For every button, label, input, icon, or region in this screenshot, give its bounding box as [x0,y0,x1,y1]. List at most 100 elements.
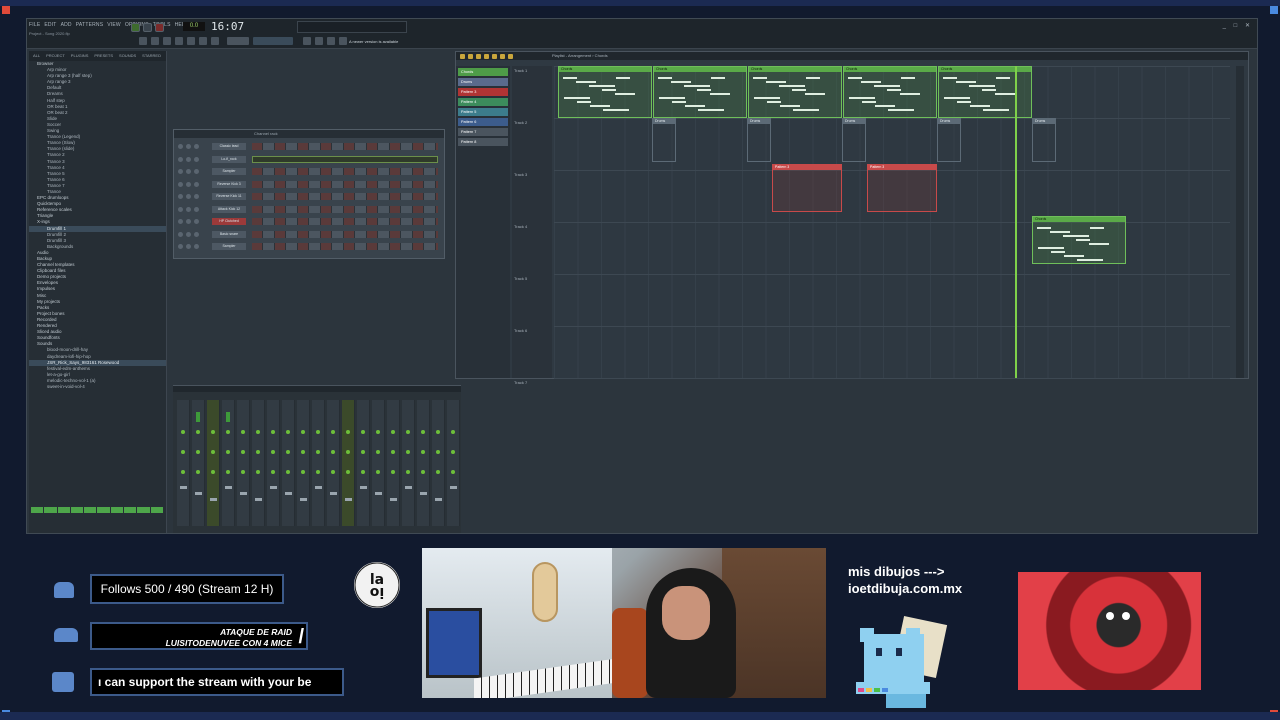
browser-tab[interactable]: SOUNDS [119,53,136,59]
mixer-strip[interactable] [222,400,235,526]
playlist-title[interactable]: Playlist - Arrangement › Chords [456,52,1248,60]
mixer-strip[interactable] [312,400,325,526]
step-sequencer[interactable] [252,168,438,175]
toolbar-icon[interactable] [339,37,347,45]
mixer-fader[interactable] [360,486,367,489]
delete-tool-icon[interactable] [476,53,481,59]
pattern-item[interactable]: Pattern 4 [458,98,508,106]
drums-clip[interactable]: Drums [1032,118,1056,162]
chords-clip[interactable]: Chords [653,66,747,118]
browser-tab[interactable]: PRESETS [94,53,113,59]
mixer-fader[interactable] [345,498,352,501]
mixer-title-bar[interactable] [173,386,461,392]
channel-knobs[interactable] [178,231,208,237]
mixer-fader[interactable] [180,486,187,489]
channel-knobs[interactable] [178,206,208,212]
step-sequencer[interactable] [252,143,438,150]
mixer-fader[interactable] [330,492,337,495]
track-header[interactable]: Track 3 [514,172,527,177]
mixer-strip[interactable] [387,400,400,526]
channel-name-button[interactable]: Sampler [212,168,246,175]
chords-clip[interactable]: Chords [748,66,842,118]
pattern-item[interactable]: Pattern 6 [458,118,508,126]
record-button[interactable] [155,22,164,32]
channel-knobs[interactable] [178,156,208,162]
toolbar-icon[interactable] [211,37,219,45]
mixer-strip[interactable] [192,400,205,526]
step-sequencer[interactable] [252,193,438,200]
zoom-tool-icon[interactable] [508,53,513,59]
channel-knobs[interactable] [178,144,208,149]
slice-tool-icon[interactable] [492,53,497,59]
channel-knobs[interactable] [178,169,208,174]
mixer-fader[interactable] [195,492,202,495]
step-sequencer[interactable] [252,218,438,225]
stop-button[interactable] [143,22,152,32]
channel-knobs[interactable] [178,194,208,199]
pattern-item[interactable]: Chords [458,68,508,76]
channel-row[interactable]: Sampler [178,242,442,251]
mixer-strip[interactable] [282,400,295,526]
toolbar-icon[interactable] [175,37,183,45]
mixer-fader[interactable] [405,486,412,489]
chords-clip[interactable]: Chords [1032,216,1126,264]
menu-item[interactable]: PATTERNS [76,22,104,28]
toolbar-icon[interactable] [139,37,147,45]
mixer-fader[interactable] [255,498,262,501]
pattern-selector[interactable] [253,37,293,45]
browser-tab[interactable]: PLUGINS [71,53,89,59]
track-header[interactable]: Track 7 [514,380,527,385]
mixer-fader[interactable] [375,492,382,495]
channel-name-button[interactable]: Basic snare [212,230,246,238]
menu-item[interactable]: VIEW [107,22,121,28]
toolbar-icon[interactable] [163,37,171,45]
channel-name-button[interactable]: Reverse Kick 3 [212,180,246,188]
arrangement-grid[interactable]: Chords Chords Chords Chords Chords Drums Drums… [554,66,1230,379]
channel-row[interactable]: Sampler [178,167,442,176]
mute-tool-icon[interactable] [484,53,489,59]
pattern-item[interactable]: Pattern 8 [458,138,508,146]
mixer-fader[interactable] [285,492,292,495]
channel-knobs[interactable] [178,219,208,224]
mixer-fader[interactable] [300,498,307,501]
mixer-strip[interactable] [417,400,430,526]
drums-clip[interactable]: Drums [652,118,676,162]
toolbar-icon[interactable] [151,37,159,45]
step-sequencer[interactable] [252,230,438,238]
mixer-strip[interactable] [177,400,190,526]
mixer-strip[interactable] [267,400,280,526]
channel-row[interactable]: HP Clutched [178,217,442,226]
drums-clip[interactable]: Drums [937,118,961,162]
pattern-item[interactable]: Drums [458,78,508,86]
track-header[interactable]: Track 2 [514,120,527,125]
step-sequencer[interactable] [252,155,438,163]
browser-item[interactable]: sweet-in-void-vol-4 [29,384,166,390]
mixer-fader[interactable] [390,498,397,501]
channel-knobs[interactable] [178,181,208,187]
tempo-display[interactable]: 0.0 [183,22,205,31]
mixer-strip[interactable] [402,400,415,526]
browser-tab[interactable]: PROJECT [46,53,65,59]
track-header[interactable]: Track 6 [514,328,527,333]
paint-tool-icon[interactable] [468,53,473,59]
mixer-fader[interactable] [210,498,217,501]
mixer-fader[interactable] [450,486,457,489]
window-controls[interactable]: _ □ ✕ [1223,22,1253,29]
vertical-scrollbar[interactable] [1236,66,1244,378]
pattern-clip[interactable]: Pattern 3 [772,164,842,212]
toolbar-icon[interactable] [199,37,207,45]
mixer-strip[interactable] [327,400,340,526]
toolbar-icon[interactable] [187,37,195,45]
pattern-item[interactable]: Pattern 3 [458,88,508,96]
track-header[interactable]: Track 1 [514,68,527,73]
menu-item[interactable]: ADD [61,22,72,28]
toolbar-icon[interactable] [327,37,335,45]
mixer-fader[interactable] [435,498,442,501]
channel-name-button[interactable]: Attack Kick 12 [212,205,246,213]
mixer-strip[interactable] [252,400,265,526]
mixer-strip[interactable] [372,400,385,526]
mixer-strip[interactable] [357,400,370,526]
channel-name-button[interactable]: Reverse Kick 11 [212,193,246,200]
playhead[interactable] [1015,66,1017,378]
draw-tool-icon[interactable] [460,53,465,59]
